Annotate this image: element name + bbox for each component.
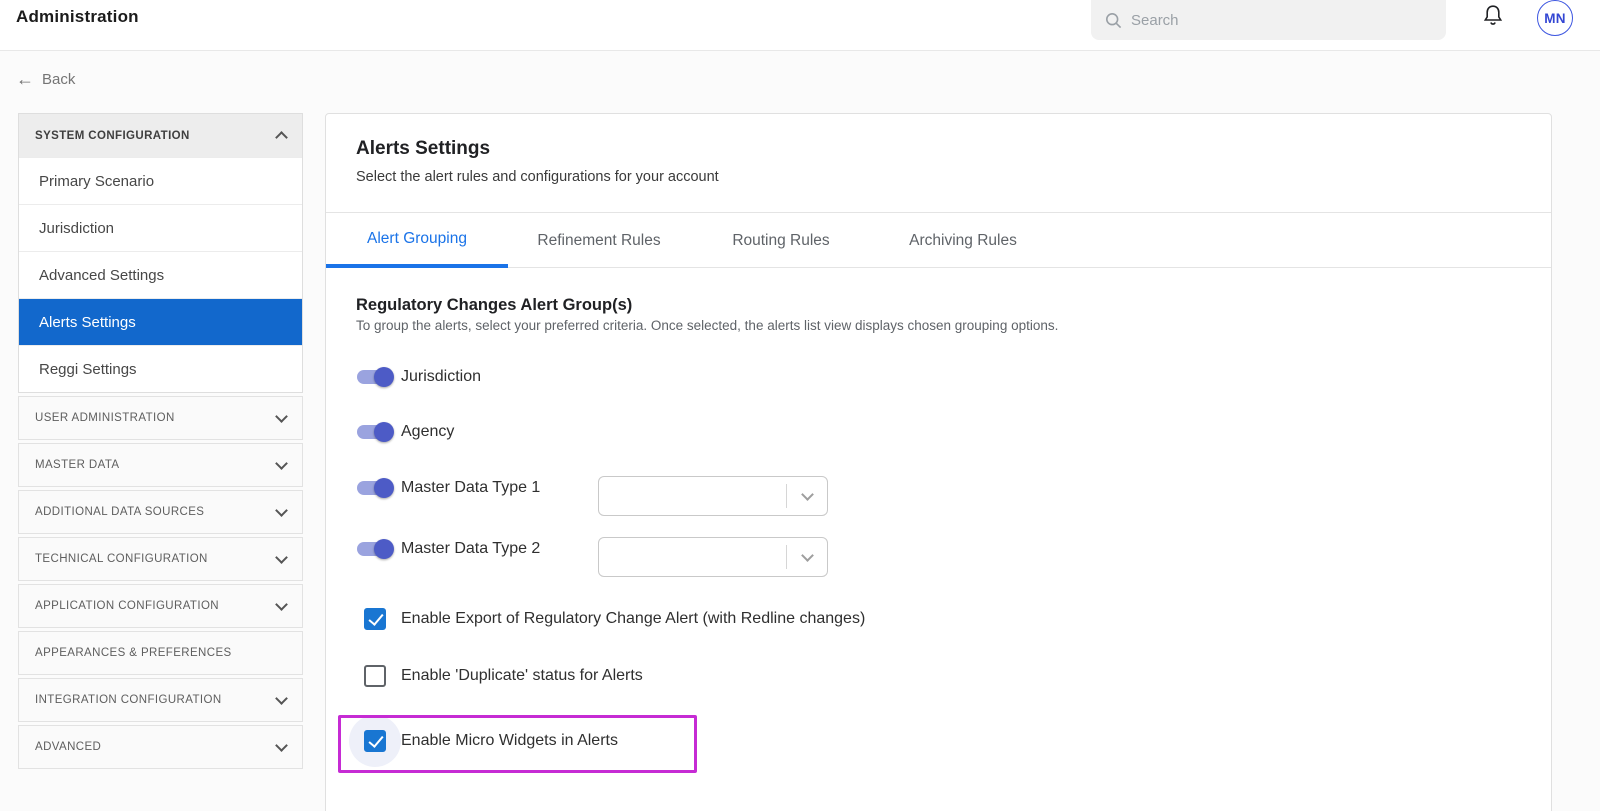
back-label: Back (42, 71, 75, 88)
sidebar-item-primary-scenario[interactable]: Primary Scenario (19, 157, 302, 204)
toggle-knob (374, 367, 394, 387)
back-button[interactable]: ← Back (16, 70, 75, 88)
chevron-down-icon (801, 549, 814, 562)
sidebar-item-alerts-settings[interactable]: Alerts Settings (19, 298, 302, 345)
checkbox-row-micro-widgets: Enable Micro Widgets in Alerts (326, 721, 1426, 761)
sidebar-section-integration-configuration[interactable]: INTEGRATION CONFIGURATION (18, 678, 303, 722)
tab-bar: Alert Grouping Refinement Rules Routing … (326, 213, 1551, 268)
toggle-row-jurisdiction: Jurisdiction (326, 357, 1426, 397)
agency-toggle[interactable] (357, 425, 391, 439)
toggle-label: Jurisdiction (401, 368, 481, 386)
sidebar-section-label: SYSTEM CONFIGURATION (35, 130, 190, 142)
search-icon (1105, 12, 1122, 29)
sidebar-section-technical-configuration[interactable]: TECHNICAL CONFIGURATION (18, 537, 303, 581)
avatar-initials: MN (1544, 11, 1566, 26)
topbar: Administration Search MN (0, 0, 1600, 51)
chevron-down-icon (801, 488, 814, 501)
chevron-down-icon (275, 551, 288, 564)
toggle-row-master-data-type-1: Master Data Type 1 (326, 468, 1426, 508)
tab-archiving-rules[interactable]: Archiving Rules (872, 213, 1054, 268)
page-title: Administration (16, 7, 139, 27)
toggle-knob (374, 478, 394, 498)
search-input[interactable]: Search (1091, 0, 1446, 40)
sidebar-section-label: MASTER DATA (35, 459, 119, 471)
panel-title: Alerts Settings (356, 138, 1551, 160)
chevron-down-icon (275, 504, 288, 517)
enable-duplicate-status-checkbox[interactable] (364, 665, 386, 687)
sidebar-item-jurisdiction[interactable]: Jurisdiction (19, 204, 302, 251)
sidebar-section-label: TECHNICAL CONFIGURATION (35, 553, 208, 565)
dropdown-open-button[interactable] (787, 555, 827, 560)
master-data-type-2-dropdown[interactable] (598, 537, 828, 577)
section-heading: Regulatory Changes Alert Group(s) (356, 296, 632, 315)
sidebar-section-additional-data-sources[interactable]: ADDITIONAL DATA SOURCES (18, 490, 303, 534)
toggle-label: Agency (401, 423, 454, 441)
sidebar-section-advanced[interactable]: ADVANCED (18, 725, 303, 769)
chevron-down-icon (275, 410, 288, 423)
chevron-up-icon (275, 131, 288, 144)
tab-routing-rules[interactable]: Routing Rules (690, 213, 872, 268)
sidebar-section-appearances-preferences[interactable]: APPEARANCES & PREFERENCES (18, 631, 303, 675)
sidebar-item-reggi-settings[interactable]: Reggi Settings (19, 345, 302, 392)
toggle-label: Master Data Type 2 (401, 540, 540, 558)
chevron-down-icon (275, 692, 288, 705)
checkbox-row-duplicate-status: Enable 'Duplicate' status for Alerts (326, 656, 1426, 696)
sidebar-section-label: USER ADMINISTRATION (35, 412, 175, 424)
sidebar-section-application-configuration[interactable]: APPLICATION CONFIGURATION (18, 584, 303, 628)
jurisdiction-toggle[interactable] (357, 370, 391, 384)
toggle-label: Master Data Type 1 (401, 479, 540, 497)
checkbox-label: Enable Export of Regulatory Change Alert… (401, 610, 865, 628)
sidebar-section-label: APPEARANCES & PREFERENCES (35, 647, 232, 659)
back-arrow-icon: ← (16, 70, 34, 88)
sidebar-section-label: ADVANCED (35, 741, 101, 753)
checkbox-label: Enable Micro Widgets in Alerts (401, 732, 618, 750)
sidebar-section-master-data[interactable]: MASTER DATA (18, 443, 303, 487)
panel-header: Alerts Settings Select the alert rules a… (326, 114, 1551, 213)
chevron-down-icon (275, 739, 288, 752)
sidebar: SYSTEM CONFIGURATION Primary Scenario Ju… (18, 113, 303, 769)
sidebar-section-label: APPLICATION CONFIGURATION (35, 600, 219, 612)
enable-export-regulatory-change-checkbox[interactable] (364, 608, 386, 630)
toggle-row-master-data-type-2: Master Data Type 2 (326, 529, 1426, 569)
notification-bell-icon[interactable] (1481, 3, 1505, 31)
sidebar-section-user-administration[interactable]: USER ADMINISTRATION (18, 396, 303, 440)
dropdown-open-button[interactable] (787, 494, 827, 499)
master-data-type-2-toggle[interactable] (357, 542, 391, 556)
enable-micro-widgets-checkbox[interactable] (364, 730, 386, 752)
chevron-down-icon (275, 598, 288, 611)
panel-subtitle: Select the alert rules and configuration… (356, 169, 1551, 185)
alerts-settings-panel: Alerts Settings Select the alert rules a… (325, 113, 1552, 811)
search-placeholder: Search (1131, 12, 1179, 29)
master-data-type-1-dropdown[interactable] (598, 476, 828, 516)
tab-alert-grouping[interactable]: Alert Grouping (326, 213, 508, 268)
checkbox-label: Enable 'Duplicate' status for Alerts (401, 667, 643, 685)
section-description: To group the alerts, select your preferr… (356, 318, 1058, 333)
master-data-type-1-toggle[interactable] (357, 481, 391, 495)
sidebar-section-system-configuration[interactable]: SYSTEM CONFIGURATION (19, 114, 302, 157)
sidebar-section-label: INTEGRATION CONFIGURATION (35, 694, 222, 706)
sidebar-item-advanced-settings[interactable]: Advanced Settings (19, 251, 302, 298)
toggle-knob (374, 539, 394, 559)
toggle-knob (374, 422, 394, 442)
tab-refinement-rules[interactable]: Refinement Rules (508, 213, 690, 268)
sidebar-section-label: ADDITIONAL DATA SOURCES (35, 506, 204, 518)
sidebar-group-system-configuration: SYSTEM CONFIGURATION Primary Scenario Ju… (18, 113, 303, 393)
chevron-down-icon (275, 457, 288, 470)
avatar[interactable]: MN (1537, 0, 1573, 36)
checkbox-row-export-regulatory-change: Enable Export of Regulatory Change Alert… (326, 599, 1426, 639)
toggle-row-agency: Agency (326, 412, 1426, 452)
